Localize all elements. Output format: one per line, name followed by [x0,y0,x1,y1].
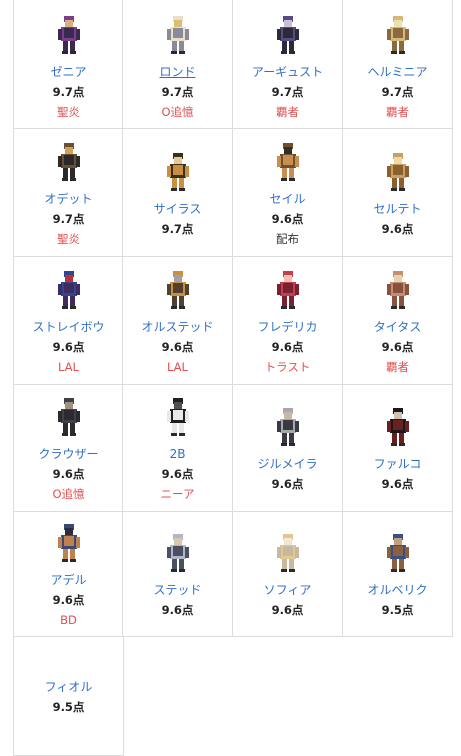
character-score: 9.7点 [52,84,85,99]
character-name-link[interactable]: サイラス [154,199,202,219]
character-sprite-icon [386,15,409,54]
character-source-tag: O追憶 [52,487,85,501]
character-sprite-icon [276,142,299,181]
character-cell: 2B 9.6点ニーア [122,384,233,512]
character-sprite-icon [166,534,189,572]
character-name-link[interactable]: 2B [170,444,186,464]
character-source-tag: ニーア [160,487,195,501]
character-score: 9.6点 [52,339,85,354]
character-sprite-icon [166,152,189,191]
character-sprite-icon [386,270,409,309]
character-name-link[interactable]: フィオル [45,677,93,697]
character-score: 9.7点 [271,84,304,99]
character-score: 9.7点 [161,84,194,99]
character-sprite-icon [166,15,189,54]
character-score: 9.7点 [381,84,414,99]
character-sprite-icon [276,534,299,572]
character-cell: セルテト 9.6点 [342,128,453,257]
character-sprite-icon [386,408,409,446]
character-name-link[interactable]: セルテト [373,199,421,219]
character-name-link[interactable]: ステッド [153,580,201,600]
character-name-link[interactable]: ロンド [159,62,195,82]
character-source-tag: LAL [167,359,188,374]
character-name-link[interactable]: タイタス [374,317,422,337]
character-name-link[interactable]: ソフィア [264,580,312,600]
character-sprite-icon [57,142,80,181]
character-sprite-icon [57,524,80,562]
character-name-link[interactable]: ファルコ [374,454,422,474]
character-cell: アデル 9.6点 BD [13,511,124,637]
character-name-link[interactable]: ストレイボウ [32,317,104,337]
character-cell: ヘルミニア 9.7点覇者 [342,0,453,129]
character-cell: アーギュスト 9.7点覇者 [232,0,343,129]
character-cell: ファルコ 9.6点 [342,384,453,512]
character-source-tag: LAL [58,359,79,374]
character-name-link[interactable]: オデット [44,189,92,209]
character-cell: フィオル 9.5点 [13,636,124,756]
character-sprite-icon [57,398,80,436]
character-score: 9.7点 [161,221,194,236]
character-cell: ソフィア 9.6点 [232,511,343,637]
character-score: 9.5点 [381,603,414,617]
character-name-link[interactable]: オルステッド [141,317,213,337]
character-cell: ゼニア 9.7点聖炎 [13,0,124,129]
character-cell: セイル 9.6点配布 [232,128,343,257]
character-score: 9.6点 [271,339,304,354]
character-cell: オルベリク 9.5点 [342,511,453,637]
character-cell: ストレイボウ 9.6点 LAL [13,256,124,385]
character-name-link[interactable]: ヘルミニア [367,62,427,82]
character-name-link[interactable]: ジルメイラ [257,454,317,474]
character-source-tag: 聖炎 [57,231,80,246]
character-source-tag: BD [60,613,77,627]
character-source-tag: 覇者 [276,104,299,119]
character-sprite-icon [276,408,299,446]
character-score: 9.6点 [271,211,304,226]
character-cell: オルステッド 9.6点 LAL [122,256,233,385]
character-cell: フレデリカ 9.6点トラスト [232,256,343,385]
character-sprite-icon [166,398,189,436]
character-score: 9.6点 [381,221,414,236]
character-score: 9.6点 [381,339,414,354]
character-score: 9.6点 [52,467,85,481]
character-name-link[interactable]: クラウザー [38,444,98,464]
character-sprite-icon [276,270,299,309]
character-score: 9.6点 [161,339,194,354]
character-score: 9.7点 [52,211,85,226]
character-name-link[interactable]: セイル [269,189,305,209]
character-cell: ステッド 9.6点 [122,511,233,637]
character-score: 9.6点 [271,477,304,491]
character-score: 9.6点 [271,603,304,617]
character-source-tag: 聖炎 [57,104,80,119]
character-cell: クラウザー 9.6点 O追憶 [13,384,124,512]
character-source-tag: 覇者 [386,359,409,374]
character-sprite-icon [386,152,409,191]
character-cell: オデット 9.7点聖炎 [13,128,124,257]
character-score: 9.6点 [52,593,85,607]
character-score: 9.5点 [52,700,85,714]
character-sprite-icon [386,534,409,572]
character-name-link[interactable]: ゼニア [50,62,86,82]
character-source-tag: 覇者 [386,104,409,119]
character-name-link[interactable]: フレデリカ [257,317,317,337]
character-score: 9.6点 [161,603,194,617]
character-source-tag: 配布 [276,231,299,246]
character-sprite-icon [57,15,80,54]
character-cell: ジルメイラ 9.6点 [232,384,343,512]
character-name-link[interactable]: アデル [50,570,86,590]
character-cell: ロンド 9.7点 O追憶 [122,0,233,129]
character-sprite-icon [57,270,80,309]
character-score: 9.6点 [381,477,414,491]
character-name-link[interactable]: アーギュスト [252,62,323,82]
character-sprite-icon [276,15,299,54]
character-score: 9.6点 [161,467,194,481]
character-sprite-icon [166,270,189,309]
character-source-tag: トラスト [264,359,311,374]
character-cell: サイラス 9.7点 [122,128,233,257]
character-name-link[interactable]: オルベリク [367,580,427,600]
character-cell: タイタス 9.6点覇者 [342,256,453,385]
character-source-tag: O追憶 [161,104,194,119]
